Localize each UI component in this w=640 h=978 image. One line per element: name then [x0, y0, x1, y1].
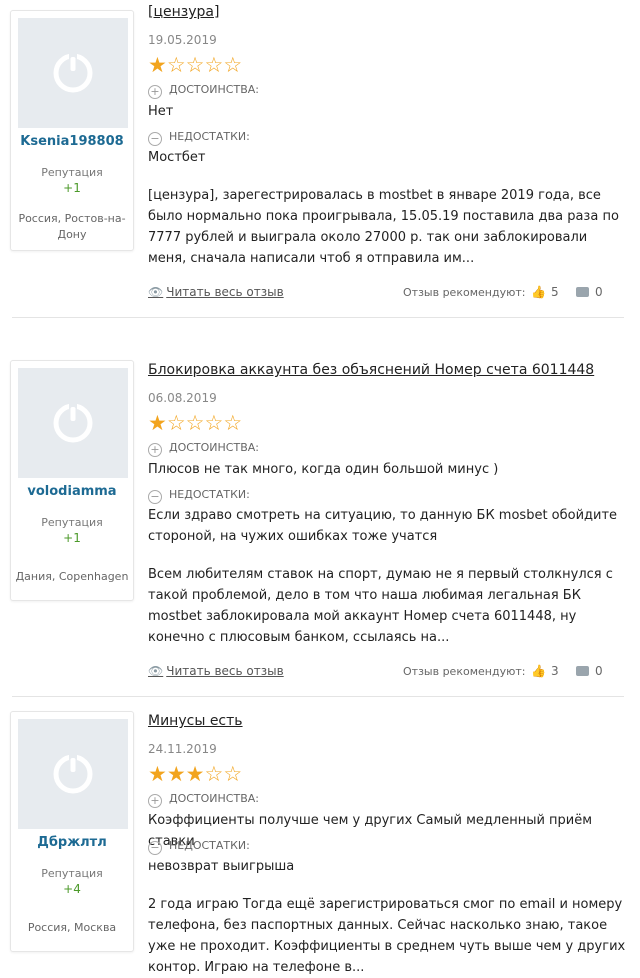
cons-text: Мостбет [148, 150, 206, 165]
divider [12, 696, 624, 697]
read-more-link[interactable]: 👁 Читать весь отзыв [148, 285, 284, 299]
author-card: Ksenia198808 Репутация +1 Россия, Ростов… [10, 10, 134, 251]
reputation-label: Репутация [41, 867, 103, 880]
star-empty-icon: ☆ [223, 411, 243, 435]
cons-heading: − НЕДОСТАТКИ: [148, 130, 250, 146]
eye-icon: 👁 [148, 664, 164, 678]
like-count: 5 [550, 285, 559, 299]
read-more-label: Читать весь отзыв [166, 285, 284, 299]
author-location: Дания, Copenhagen [15, 570, 129, 583]
star-empty-icon: ☆ [204, 411, 224, 435]
comment-icon [576, 666, 589, 676]
star-filled-icon: ★ [148, 53, 167, 77]
comment-button[interactable]: 0 [576, 664, 603, 678]
author-name[interactable]: volodiamma [11, 484, 133, 499]
plus-icon: + [148, 443, 162, 457]
cons-heading: − НЕДОСТАТКИ: [148, 488, 250, 504]
review-card: volodiamma Репутация +1 Дания, Copenhage… [0, 360, 640, 678]
reputation-value: +1 [63, 531, 81, 545]
reputation-label: Репутация [41, 166, 103, 179]
minus-icon: − [148, 132, 162, 146]
avatar[interactable] [18, 719, 128, 829]
star-empty-icon: ☆ [166, 411, 186, 435]
review-title[interactable]: Минусы есть [148, 713, 243, 729]
review-excerpt: 2 года играю Тогда ещё зарегистрироватьс… [148, 897, 626, 975]
like-button[interactable]: 👍 5 [531, 285, 559, 299]
star-empty-icon: ☆ [223, 53, 243, 77]
reputation-value: +1 [63, 181, 81, 195]
review-card: Ksenia198808 Репутация +1 Россия, Ростов… [0, 4, 640, 310]
cons-text: Если здраво смотреть на ситуацию, то дан… [148, 508, 618, 544]
pros-heading: + ДОСТОИНСТВА: [148, 441, 259, 457]
star-empty-icon: ☆ [185, 411, 205, 435]
plus-icon: + [148, 85, 162, 99]
author-location: Россия, Москва [27, 921, 117, 934]
review-date: 19.05.2019 [148, 33, 217, 47]
review-title[interactable]: [цензура] [148, 4, 219, 20]
author-card: volodiamma Репутация +1 Дания, Copenhage… [10, 360, 134, 601]
pros-label: ДОСТОИНСТВА: [169, 792, 259, 805]
cons-text: невозврат выигрыша [148, 859, 295, 874]
author-name[interactable]: Дбржлтл [11, 835, 133, 850]
like-button[interactable]: 👍 3 [531, 664, 559, 678]
review-title[interactable]: Блокировка аккаунта без объяснений Номер… [148, 362, 594, 378]
minus-icon: − [148, 841, 162, 855]
star-filled-icon: ★ [148, 411, 167, 435]
recommend-label: Отзыв рекомендуют: [403, 665, 526, 678]
review-excerpt: Всем любителям ставок на спорт, думаю не… [148, 567, 613, 645]
pros-heading: + ДОСТОИНСТВА: [148, 792, 259, 808]
comment-count: 0 [595, 664, 603, 678]
star-filled-icon: ★ [148, 762, 167, 786]
pros-text: Плюсов не так много, когда один большой … [148, 462, 499, 477]
review-card: Дбржлтл Репутация +4 Россия, Москва Мину… [0, 711, 640, 977]
comment-button[interactable]: 0 [576, 285, 603, 299]
pros-text: Нет [148, 104, 174, 119]
pros-label: ДОСТОИНСТВА: [169, 441, 259, 454]
avatar[interactable] [18, 18, 128, 128]
author-location: Россия, Ростов-на-Дону [18, 212, 126, 241]
read-more-link[interactable]: 👁 Читать весь отзыв [148, 664, 284, 678]
star-filled-icon: ★ [166, 762, 186, 786]
cons-label: НЕДОСТАТКИ: [169, 130, 250, 143]
author-name[interactable]: Ksenia198808 [11, 134, 133, 149]
author-card: Дбржлтл Репутация +4 Россия, Москва [10, 711, 134, 952]
default-avatar-icon [53, 53, 93, 93]
minus-icon: − [148, 490, 162, 504]
star-empty-icon: ☆ [166, 53, 186, 77]
cons-label: НЕДОСТАТКИ: [169, 839, 250, 852]
review-footer: 👁 Читать весь отзыв Отзыв рекомендуют: 👍 3… [148, 664, 608, 682]
star-empty-icon: ☆ [204, 53, 224, 77]
eye-icon: 👁 [148, 285, 164, 299]
review-date: 06.08.2019 [148, 391, 217, 405]
pros-heading: + ДОСТОИНСТВА: [148, 83, 259, 99]
star-empty-icon: ☆ [204, 762, 224, 786]
comment-count: 0 [595, 285, 603, 299]
plus-icon: + [148, 794, 162, 808]
cons-heading: − НЕДОСТАТКИ: [148, 839, 250, 855]
default-avatar-icon [53, 403, 93, 443]
reputation-label: Репутация [41, 516, 103, 529]
default-avatar-icon [53, 754, 93, 794]
star-rating: ★★★☆☆ [148, 763, 242, 785]
review-footer: 👁 Читать весь отзыв Отзыв рекомендуют: 👍 5… [148, 285, 608, 303]
review-date: 24.11.2019 [148, 742, 217, 756]
divider [12, 317, 624, 318]
avatar[interactable] [18, 368, 128, 478]
recommend-label: Отзыв рекомендуют: [403, 286, 526, 299]
read-more-label: Читать весь отзыв [166, 664, 284, 678]
pros-label: ДОСТОИНСТВА: [169, 83, 259, 96]
star-empty-icon: ☆ [223, 762, 243, 786]
thumbs-up-icon: 👍 [531, 664, 546, 678]
review-excerpt: [цензура], зарегестрировалась в mostbet … [148, 188, 619, 266]
thumbs-up-icon: 👍 [531, 285, 546, 299]
like-count: 3 [550, 664, 559, 678]
comment-icon [576, 287, 589, 297]
star-rating: ★☆☆☆☆ [148, 54, 242, 76]
star-rating: ★☆☆☆☆ [148, 412, 242, 434]
reputation-value: +4 [63, 882, 81, 896]
star-empty-icon: ☆ [185, 53, 205, 77]
cons-label: НЕДОСТАТКИ: [169, 488, 250, 501]
star-filled-icon: ★ [185, 762, 205, 786]
